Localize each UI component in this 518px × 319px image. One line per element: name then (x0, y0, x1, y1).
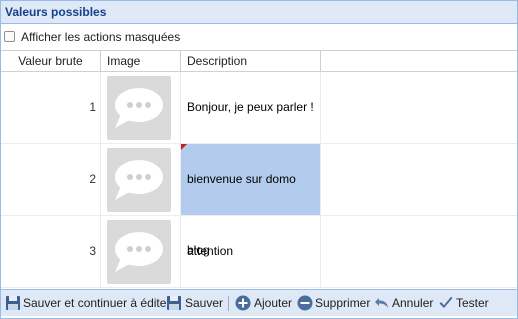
checkmark-icon (439, 296, 453, 308)
possible-values-panel: Valeurs possibles Afficher les actions m… (0, 0, 518, 319)
save-label: Sauver (185, 296, 224, 310)
undo-icon (375, 298, 388, 308)
cancel-button[interactable]: Annuler (374, 294, 434, 312)
save-button[interactable]: Sauver (166, 294, 224, 312)
image-cell[interactable] (101, 72, 181, 143)
panel-title: Valeurs possibles (5, 5, 107, 19)
delete-button[interactable]: Supprimer (297, 294, 371, 312)
save-continue-label: Sauver et continuer à éditer (23, 296, 171, 310)
description-cell-selected[interactable]: bienvenue sur domo blog (181, 144, 321, 257)
add-label: Ajouter (254, 296, 293, 310)
bottom-toolbar: Sauver et continuer à éditer Sauver Ajou… (1, 289, 517, 316)
column-header-raw-value[interactable]: Valeur brute (1, 51, 101, 71)
floppy-disk-icon (167, 296, 181, 310)
floppy-disk-icon (6, 296, 20, 310)
modified-marker-icon (181, 144, 187, 150)
chat-bubble-icon (107, 220, 171, 284)
panel-header: Valeurs possibles (1, 1, 517, 24)
test-button[interactable]: Tester (438, 294, 494, 312)
image-cell[interactable] (101, 144, 181, 215)
description-cell[interactable]: attention (181, 216, 321, 287)
plus-icon (235, 295, 251, 311)
raw-value-cell[interactable]: 1 (1, 72, 101, 143)
column-header-description[interactable]: Description (181, 51, 321, 71)
show-hidden-row[interactable]: Afficher les actions masquées (1, 24, 517, 51)
show-hidden-checkbox[interactable] (4, 31, 15, 42)
chat-bubble-icon (107, 76, 171, 140)
delete-label: Supprimer (315, 296, 371, 310)
show-hidden-label[interactable]: Afficher les actions masquées (21, 30, 180, 44)
raw-value-cell[interactable]: 2 (1, 144, 101, 215)
minus-icon (297, 295, 313, 311)
raw-value-cell[interactable]: 3 (1, 216, 101, 287)
save-continue-button[interactable]: Sauver et continuer à éditer (5, 294, 170, 312)
toolbar-separator (228, 296, 229, 311)
description-cell[interactable]: Bonjour, je peux parler ! (181, 72, 321, 143)
image-cell[interactable] (101, 216, 181, 287)
table-row[interactable]: 2 bienvenue sur domo blog (1, 144, 517, 257)
test-label: Tester (456, 296, 489, 310)
table-row[interactable]: 3 attention (1, 216, 517, 288)
table-row[interactable]: 1 Bonjour, je peux parler ! (1, 72, 517, 144)
grid-header: Valeur brute Image Description (1, 51, 517, 72)
cancel-label: Annuler (392, 296, 434, 310)
chat-bubble-icon (107, 148, 171, 212)
add-button[interactable]: Ajouter (235, 294, 293, 312)
column-header-image[interactable]: Image (101, 51, 181, 71)
